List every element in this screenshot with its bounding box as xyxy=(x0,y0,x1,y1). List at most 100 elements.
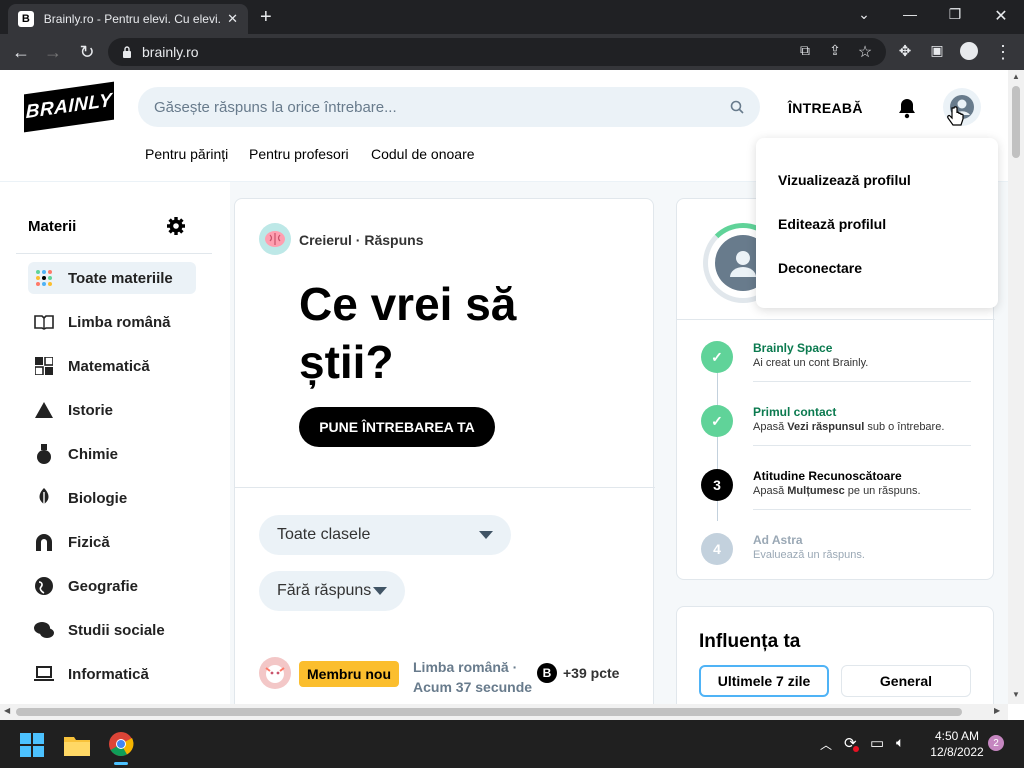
chrome-profile-icon[interactable] xyxy=(960,42,978,60)
grade-filter-select[interactable]: Toate clasele xyxy=(259,515,511,555)
reload-icon[interactable]: ↻ xyxy=(76,42,98,63)
question-subject[interactable]: Limba română · xyxy=(413,657,532,677)
volume-icon[interactable]: 🔈︎ xyxy=(896,734,904,751)
sidepanel-icon[interactable]: ▣ xyxy=(926,42,948,59)
link-parents[interactable]: Pentru părinți xyxy=(145,146,228,162)
horizontal-scrollbar-thumb[interactable] xyxy=(16,708,962,716)
close-tab-icon[interactable]: ✕ xyxy=(227,11,238,27)
question-item[interactable]: Membru nou Limba română · Acum 37 secund… xyxy=(259,653,639,695)
divider xyxy=(235,487,655,488)
share-icon[interactable]: ⇪ xyxy=(824,42,846,59)
bell-icon[interactable] xyxy=(897,97,917,119)
progress-step: 3 Atitudine Recunoscătoare Apasă Mulțume… xyxy=(701,469,983,533)
sidebar-item-romanian[interactable]: Limba română xyxy=(28,306,171,338)
step-number: 4 xyxy=(701,533,733,565)
tab-title: Brainly.ro - Pentru elevi. Cu elevi. xyxy=(43,12,221,26)
restore-icon[interactable]: ❐ xyxy=(943,6,967,23)
search-icon[interactable] xyxy=(730,100,744,114)
file-explorer-icon[interactable] xyxy=(64,734,90,756)
hero-heading-line1: Ce vrei să xyxy=(299,278,517,330)
back-icon[interactable]: ← xyxy=(10,42,32,63)
brand-tagline: Creierul · Răspuns xyxy=(299,232,424,248)
influence-title: Influența ta xyxy=(699,631,801,652)
math-icon xyxy=(34,357,54,375)
points-value: +39 pcte xyxy=(563,665,620,681)
link-teachers[interactable]: Pentru profesori xyxy=(249,146,349,162)
step-title: Ad Astra xyxy=(753,533,803,547)
tab-search-icon[interactable]: ⌄ xyxy=(852,6,876,23)
minimize-icon[interactable]: — xyxy=(898,6,922,22)
scroll-right-icon[interactable]: ▶ xyxy=(994,706,1000,715)
sidebar-item-label: Istorie xyxy=(68,401,114,419)
translate-icon[interactable]: ⧉ xyxy=(794,42,816,59)
ask-question-card: Creierul · Răspuns Ce vrei să știi? PUNE… xyxy=(234,198,655,704)
new-tab-button[interactable]: + xyxy=(260,6,272,29)
ask-question-button[interactable]: PUNE ÎNTREBAREA TA xyxy=(299,407,495,447)
brainly-logo[interactable]: BRAINLY xyxy=(24,81,114,133)
browser-tab[interactable]: B Brainly.ro - Pentru elevi. Cu elevi. ✕ xyxy=(8,4,248,34)
sidebar-item-geography[interactable]: Geografie xyxy=(28,570,138,602)
bookmark-star-icon[interactable]: ☆ xyxy=(854,42,876,62)
sidebar-item-history[interactable]: Istorie xyxy=(28,394,113,426)
chat-icon xyxy=(34,621,54,639)
chrome-icon[interactable] xyxy=(108,731,134,757)
question-meta: Limba română · Acum 37 secunde xyxy=(413,657,532,697)
all-subjects-icon xyxy=(34,269,54,287)
hero-heading: Ce vrei să știi? xyxy=(299,275,619,391)
user-avatar[interactable] xyxy=(259,657,291,689)
menu-item-edit-profile[interactable]: Editează profilul xyxy=(778,216,886,232)
divider xyxy=(16,253,212,254)
scroll-left-icon[interactable]: ◀ xyxy=(4,706,10,715)
divider xyxy=(677,319,995,320)
tab-last-7-days[interactable]: Ultimele 7 zile xyxy=(699,665,829,697)
search-input[interactable]: Găsește răspuns la orice întrebare... xyxy=(138,87,760,127)
history-icon xyxy=(34,402,54,418)
ask-button[interactable]: ÎNTREABĂ xyxy=(788,100,863,116)
caret-down-icon xyxy=(479,531,493,539)
menu-item-logout[interactable]: Deconectare xyxy=(778,260,862,276)
sidebar-item-chemistry[interactable]: Chimie xyxy=(28,438,118,470)
step-number: 3 xyxy=(701,469,733,501)
tab-general[interactable]: General xyxy=(841,665,971,697)
step-title: Brainly Space xyxy=(753,341,833,355)
sidebar-item-biology[interactable]: Biologie xyxy=(28,482,127,514)
check-icon: ✓ xyxy=(701,405,733,437)
scroll-down-icon[interactable]: ▼ xyxy=(1012,690,1020,699)
network-icon[interactable]: ▭ xyxy=(870,734,884,752)
sidebar-item-social-studies[interactable]: Studii sociale xyxy=(28,614,165,646)
step-description: Ai creat un cont Brainly. xyxy=(753,357,869,369)
menu-item-view-profile[interactable]: Vizualizează profilul xyxy=(778,172,911,188)
vertical-scrollbar[interactable] xyxy=(1008,70,1024,704)
progress-step: ✓ Brainly Space Ai creat un cont Brainly… xyxy=(701,341,983,405)
progress-step: 4 Ad Astra Evaluează un răspuns. xyxy=(701,533,983,597)
sidebar-item-math[interactable]: Matematică xyxy=(28,350,150,382)
taskbar-clock[interactable]: 4:50 AM 12/8/2022 xyxy=(922,728,992,760)
subjects-title: Materii xyxy=(28,218,77,235)
forward-icon[interactable]: → xyxy=(42,42,64,63)
divider xyxy=(753,445,971,446)
profile-dropdown-menu: Vizualizează profilul Editează profilul … xyxy=(756,138,998,308)
clock-time: 4:50 AM xyxy=(934,729,980,743)
link-honor-code[interactable]: Codul de onoare xyxy=(371,146,475,162)
gear-icon[interactable] xyxy=(166,216,186,236)
active-app-indicator xyxy=(114,762,128,765)
sidebar-item-physics[interactable]: Fizică xyxy=(28,526,110,558)
address-bar[interactable]: brainly.ro xyxy=(108,38,886,66)
scroll-up-icon[interactable]: ▲ xyxy=(1012,72,1020,81)
step-description: Apasă Vezi răspunsul sub o întrebare. xyxy=(753,421,945,433)
chevron-up-icon[interactable]: ︿ xyxy=(820,736,832,753)
book-icon xyxy=(34,314,54,330)
window-close-icon[interactable]: ✕ xyxy=(989,6,1013,26)
hand-cursor-icon xyxy=(946,106,964,128)
sidebar-item-informatics[interactable]: Informatică xyxy=(28,658,149,690)
chrome-menu-icon[interactable]: ⋮ xyxy=(992,42,1014,63)
sidebar-item-all-subjects[interactable]: Toate materiile xyxy=(28,262,196,294)
question-time: Acum 37 secunde xyxy=(413,679,533,695)
step-description: Apasă Mulțumesc pe un răspuns. xyxy=(753,485,921,497)
answer-status-filter-select[interactable]: Fără răspuns xyxy=(259,571,405,611)
windows-start-icon[interactable] xyxy=(20,733,44,757)
extensions-icon[interactable]: ✥ xyxy=(894,42,916,60)
notification-badge[interactable]: 2 xyxy=(988,735,1004,751)
web-page: BRAINLY Găsește răspuns la orice întreba… xyxy=(0,70,1008,704)
vertical-scrollbar-thumb[interactable] xyxy=(1012,86,1020,158)
